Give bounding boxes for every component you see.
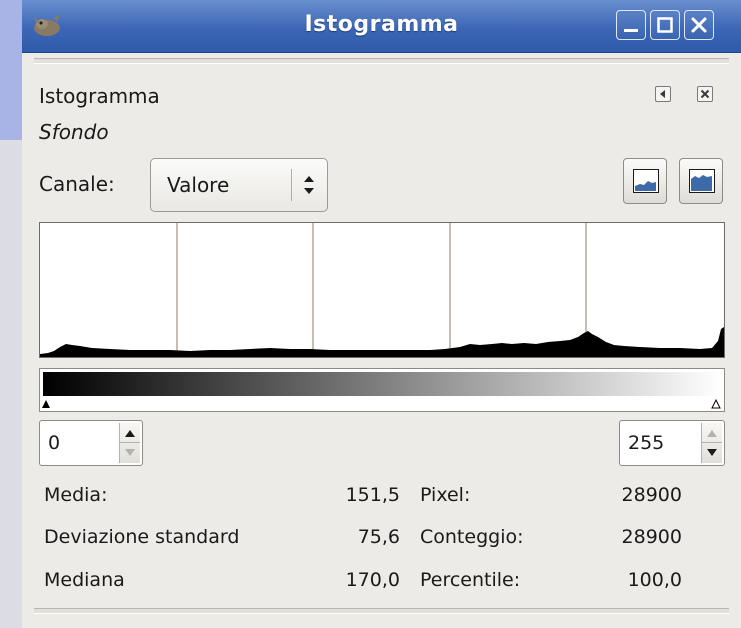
histogram-view[interactable] — [39, 222, 725, 358]
histogram-plot — [40, 223, 724, 357]
close-tab-icon — [700, 89, 710, 99]
histogram-window: Istogramma Istogramma Sfondo Canale: Val… — [22, 0, 741, 628]
channel-select-separator — [291, 169, 292, 201]
percentile-value: 100,0 — [627, 569, 682, 591]
minimize-icon — [624, 29, 638, 32]
min-range-handle[interactable] — [41, 399, 51, 409]
close-button[interactable] — [684, 10, 714, 40]
min-decrement-button[interactable] — [120, 443, 140, 463]
channel-select-value: Valore — [167, 173, 230, 197]
logarithmic-histogram-button[interactable] — [679, 158, 723, 204]
updown-arrows-icon — [304, 176, 314, 194]
max-value-text[interactable]: 255 — [628, 432, 664, 454]
percentile-label: Percentile: — [420, 569, 521, 591]
channel-select[interactable]: Valore — [150, 158, 328, 212]
arrow-down-icon — [125, 449, 135, 456]
logarithmic-histogram-icon — [689, 169, 715, 193]
arrow-up-icon — [707, 430, 717, 437]
stddev-value: 75,6 — [357, 526, 400, 548]
count-value: 28900 — [621, 526, 682, 548]
median-value: 170,0 — [345, 569, 400, 591]
tab-menu-icon — [660, 90, 665, 98]
count-label: Conteggio: — [420, 526, 524, 548]
max-increment-button[interactable] — [702, 423, 722, 443]
channel-label: Canale: — [39, 172, 115, 196]
min-value-text[interactable]: 0 — [48, 432, 60, 454]
minimize-button[interactable] — [616, 10, 646, 40]
maximize-button[interactable] — [650, 10, 680, 40]
title-bar[interactable]: Istogramma — [22, 0, 741, 53]
tab-menu-button[interactable] — [655, 86, 671, 102]
bottom-separator — [34, 608, 729, 614]
max-value-stepper — [701, 423, 722, 463]
linear-histogram-button[interactable] — [623, 158, 667, 204]
max-decrement-button[interactable] — [702, 443, 722, 463]
pixels-value: 28900 — [621, 484, 682, 506]
histogram-curve — [40, 327, 724, 357]
min-value-spinbutton[interactable]: 0 — [39, 420, 143, 466]
arrow-down-icon — [707, 449, 717, 456]
max-range-handle[interactable] — [711, 399, 721, 409]
stddev-label: Deviazione standard — [44, 526, 240, 548]
min-value-stepper — [119, 423, 140, 463]
maximize-icon — [657, 17, 673, 33]
min-increment-button[interactable] — [120, 423, 140, 443]
drawable-name: Sfondo — [39, 120, 109, 144]
close-tab-button[interactable] — [697, 86, 713, 102]
arrow-up-icon — [125, 430, 135, 437]
close-icon — [691, 17, 707, 33]
pixels-label: Pixel: — [420, 484, 471, 506]
top-separator — [34, 58, 729, 64]
dock-title: Istogramma — [39, 84, 160, 108]
max-value-spinbutton[interactable]: 255 — [619, 420, 725, 466]
window-title: Istogramma — [304, 12, 459, 37]
linear-histogram-icon — [633, 169, 659, 193]
mean-label: Media: — [44, 484, 108, 506]
mean-value: 151,5 — [345, 484, 400, 506]
median-label: Mediana — [44, 569, 125, 591]
range-selector[interactable] — [39, 368, 725, 412]
value-gradient-bar — [43, 372, 721, 396]
